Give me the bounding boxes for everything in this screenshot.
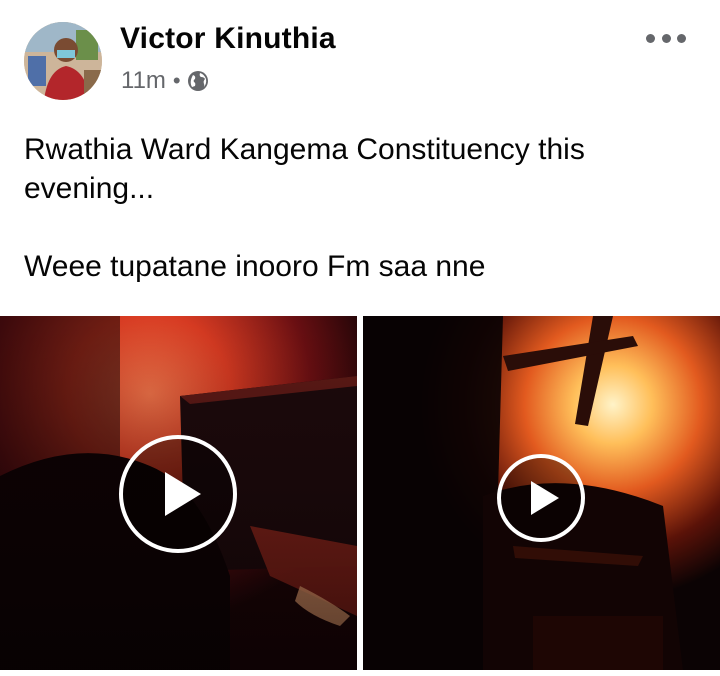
play-icon bbox=[165, 472, 201, 516]
video-thumbnail-left[interactable] bbox=[0, 316, 357, 670]
play-button[interactable] bbox=[497, 454, 585, 542]
video-thumbnail-right[interactable] bbox=[363, 316, 720, 670]
post-message: Rwathia Ward Kangema Constituency this e… bbox=[24, 130, 694, 286]
avatar[interactable] bbox=[24, 22, 102, 100]
play-button[interactable] bbox=[119, 435, 237, 553]
globe-icon[interactable] bbox=[187, 70, 209, 92]
post-text-line: Rwathia Ward Kangema Constituency this e… bbox=[24, 133, 585, 205]
post-meta: 11m • bbox=[121, 66, 209, 96]
post-text-line: Weee tupatane inooro Fm saa nne bbox=[24, 250, 486, 283]
meta-separator: • bbox=[172, 68, 181, 93]
media-grid bbox=[0, 316, 720, 670]
play-icon bbox=[531, 481, 559, 515]
avatar-image bbox=[24, 22, 102, 100]
author-name[interactable]: Victor Kinuthia bbox=[120, 22, 336, 56]
post-timestamp[interactable]: 11m bbox=[121, 67, 166, 95]
more-horizontal-icon bbox=[646, 33, 655, 43]
more-options-button[interactable] bbox=[646, 26, 686, 50]
post-header: Victor Kinuthia 11m • bbox=[0, 0, 720, 110]
